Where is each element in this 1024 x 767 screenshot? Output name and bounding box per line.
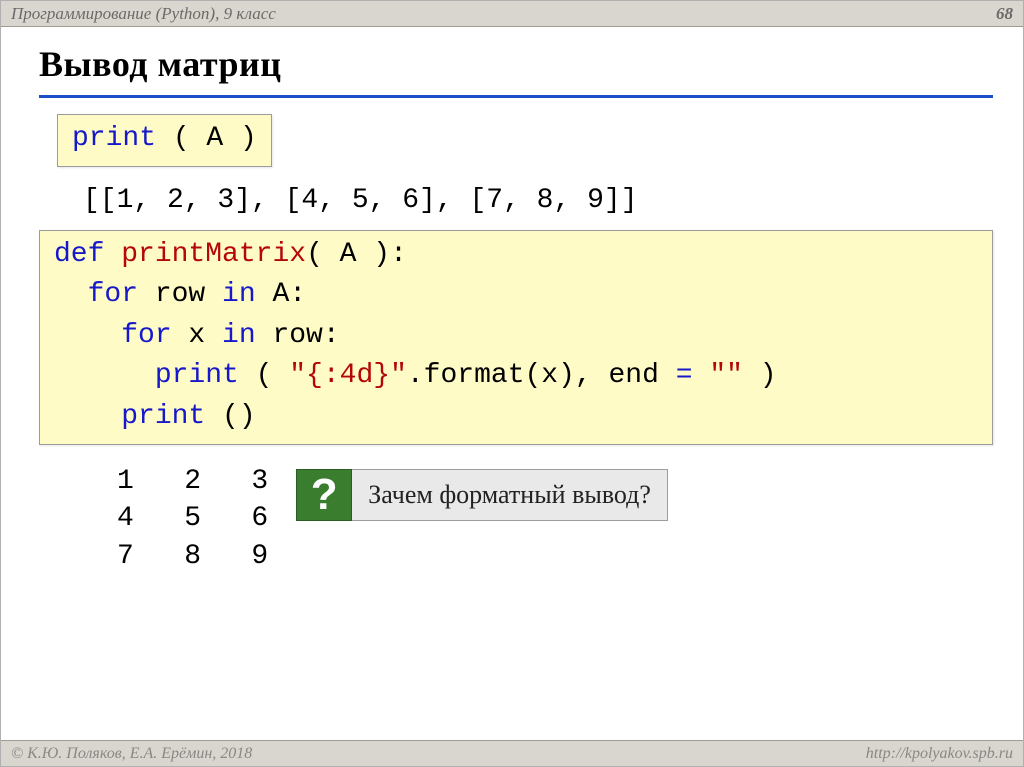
- code-block-function: def printMatrix( A ): for row in A: for …: [39, 230, 993, 445]
- footer-bar: © К.Ю. Поляков, Е.А. Ерёмин, 2018 http:/…: [1, 740, 1023, 766]
- kw-print: print: [72, 123, 156, 154]
- question-mark-icon: ?: [296, 469, 352, 521]
- callout: ? Зачем форматный вывод?: [296, 469, 668, 521]
- matrix-output: 1 2 3 4 5 6 7 8 9: [117, 463, 268, 576]
- slide-content: Вывод матриц print ( A ) [[1, 2, 3], [4,…: [1, 27, 1023, 576]
- raw-list-output: [[1, 2, 3], [4, 5, 6], [7, 8, 9]]: [83, 185, 993, 216]
- course-label: Программирование (Python), 9 класс: [11, 4, 276, 24]
- page-title: Вывод матриц: [39, 37, 993, 98]
- footer-url: http://kpolyakov.spb.ru: [866, 745, 1013, 763]
- callout-text: Зачем форматный вывод?: [352, 469, 668, 521]
- copyright: © К.Ю. Поляков, Е.А. Ерёмин, 2018: [11, 745, 252, 763]
- arg-a: ( A ): [156, 123, 257, 154]
- code-block-print: print ( A ): [57, 114, 272, 167]
- page-number: 68: [996, 4, 1013, 24]
- output-and-callout: 1 2 3 4 5 6 7 8 9 ? Зачем форматный выво…: [39, 463, 993, 576]
- header-bar: Программирование (Python), 9 класс 68: [1, 1, 1023, 27]
